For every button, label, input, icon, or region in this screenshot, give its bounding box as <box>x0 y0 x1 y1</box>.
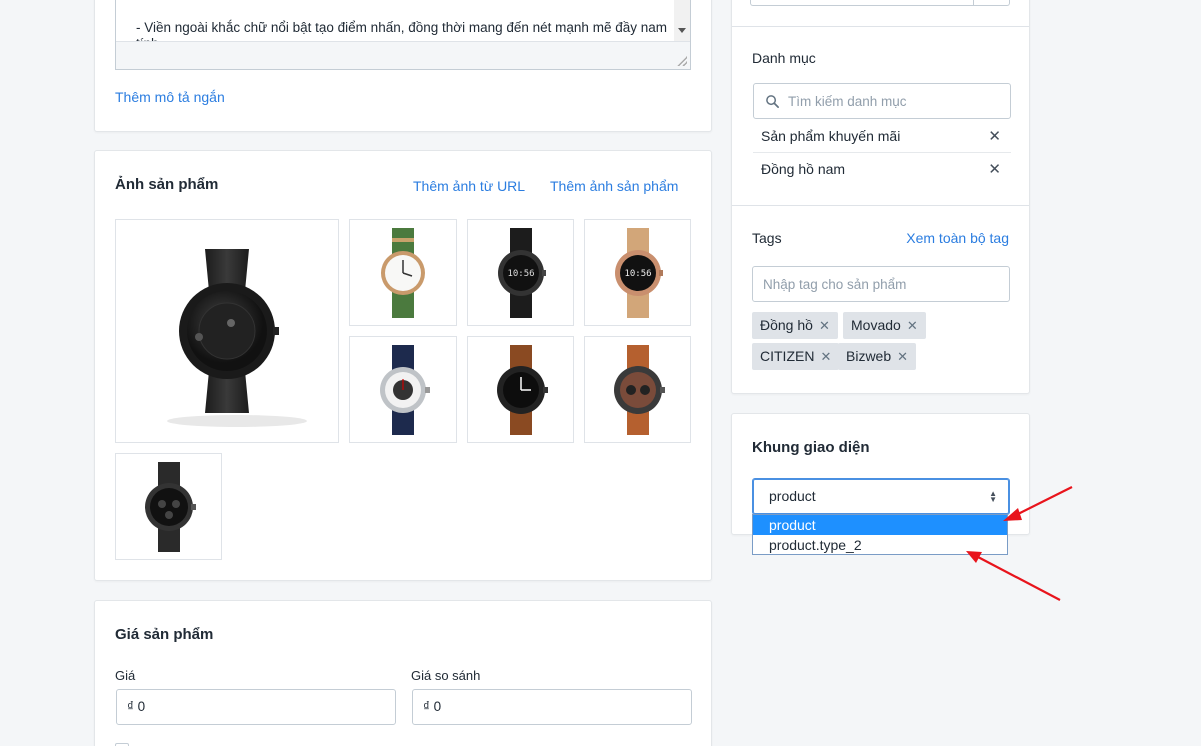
tag-chip-label: Movado <box>851 317 901 333</box>
tag-chip: Movado ✕ <box>843 312 926 339</box>
select-arrows-icon: ▲ ▼ <box>989 489 997 504</box>
product-image-thumb[interactable]: 10:56 <box>584 219 691 326</box>
watch-image <box>613 344 665 435</box>
template-dropdown-list[interactable]: product product.type_2 <box>752 514 1008 555</box>
product-image-thumb[interactable] <box>349 219 457 326</box>
product-image-thumb[interactable] <box>467 336 574 443</box>
product-images-card: Ảnh sản phẩm Thêm ảnh từ URL Thêm ảnh sả… <box>94 150 712 581</box>
product-image-thumb[interactable]: 10:56 <box>467 219 574 326</box>
resize-handle-icon[interactable] <box>677 56 687 66</box>
collection-input[interactable] <box>750 0 1010 6</box>
remove-tag-icon[interactable]: ✕ <box>819 318 830 333</box>
compare-price-label: Giá so sánh <box>411 668 481 683</box>
product-image-thumb[interactable] <box>115 453 222 560</box>
product-image-thumb[interactable] <box>584 336 691 443</box>
annotation-arrow <box>966 551 1061 601</box>
add-short-description-link[interactable]: Thêm mô tả ngắn <box>115 89 225 105</box>
watch-image <box>496 344 548 435</box>
watch-image <box>381 227 425 318</box>
watch-image <box>144 461 196 552</box>
template-option-product[interactable]: product <box>753 515 1007 535</box>
remove-tag-icon[interactable]: ✕ <box>820 349 831 364</box>
category-search-box[interactable] <box>753 83 1011 119</box>
view-all-tags-link[interactable]: Xem toàn bộ tag <box>906 230 1009 246</box>
watch-image: 10:56 <box>614 227 663 318</box>
product-price-card: Giá sản phẩm Giá ₫ 0 Giá so sánh ₫ 0 <box>94 600 712 746</box>
watch-time-text: 10:56 <box>624 269 651 279</box>
product-image-thumb[interactable] <box>349 336 457 443</box>
tag-input[interactable] <box>752 266 1010 302</box>
template-select[interactable]: product ▲ ▼ <box>752 478 1010 515</box>
watch-image <box>380 344 430 435</box>
tag-chip-label: Đồng hồ <box>760 317 813 333</box>
add-image-from-url-link[interactable]: Thêm ảnh từ URL <box>413 178 525 194</box>
template-title: Khung giao diện <box>752 439 870 456</box>
product-image-main[interactable] <box>115 219 339 443</box>
tag-chip: CITIZEN ✕ <box>752 343 840 370</box>
price-input[interactable]: ₫ 0 <box>116 689 396 725</box>
remove-tag-icon[interactable]: ✕ <box>897 349 908 364</box>
description-text-line[interactable]: - Viền ngoài khắc chữ nổi bật tạo điểm n… <box>136 16 676 40</box>
tags-title: Tags <box>752 230 782 246</box>
template-select-value: product <box>769 488 816 504</box>
template-option-product-type-2[interactable]: product.type_2 <box>753 535 1007 555</box>
tag-chip-label: CITIZEN <box>760 348 815 364</box>
collection-input-button[interactable] <box>973 0 1009 6</box>
category-item-label: Đồng hồ nam <box>761 161 846 177</box>
editor-statusbar <box>116 41 690 69</box>
add-product-image-link[interactable]: Thêm ảnh sản phẩm <box>550 178 678 194</box>
search-icon <box>766 95 779 108</box>
tag-chip-label: Bizweb <box>846 348 892 364</box>
product-images-title: Ảnh sản phẩm <box>115 176 219 193</box>
tag-chip: Đồng hồ ✕ <box>752 312 838 339</box>
scroll-down-icon[interactable] <box>678 28 686 33</box>
divider <box>732 205 1029 206</box>
description-editor[interactable]: - Viền ngoài khắc chữ nổi bật tạo điểm n… <box>115 0 691 70</box>
category-item-label: Sản phẩm khuyến mãi <box>761 128 901 144</box>
organization-card: Danh mục Sản phẩm khuyến mãi ✕ Đồng hồ n… <box>731 0 1030 394</box>
category-item: Sản phẩm khuyến mãi ✕ <box>753 120 1011 153</box>
watch-image <box>167 249 307 427</box>
category-item: Đồng hồ nam ✕ <box>753 153 1011 186</box>
category-search-input[interactable] <box>788 84 998 118</box>
watch-image: 10:56 <box>497 227 546 318</box>
editor-scrollbar[interactable] <box>674 0 690 42</box>
remove-tag-icon[interactable]: ✕ <box>907 318 918 333</box>
price-label: Giá <box>115 668 136 683</box>
compare-price-input[interactable]: ₫ 0 <box>412 689 692 725</box>
watch-time-text: 10:56 <box>507 269 534 279</box>
description-card: - Viền ngoài khắc chữ nổi bật tạo điểm n… <box>94 0 712 132</box>
remove-category-icon[interactable]: ✕ <box>988 120 1001 153</box>
product-price-title: Giá sản phẩm <box>115 626 214 643</box>
remove-category-icon[interactable]: ✕ <box>988 153 1001 186</box>
tag-chip: Bizweb ✕ <box>838 343 917 370</box>
divider <box>732 26 1029 27</box>
categories-title: Danh mục <box>752 50 816 66</box>
